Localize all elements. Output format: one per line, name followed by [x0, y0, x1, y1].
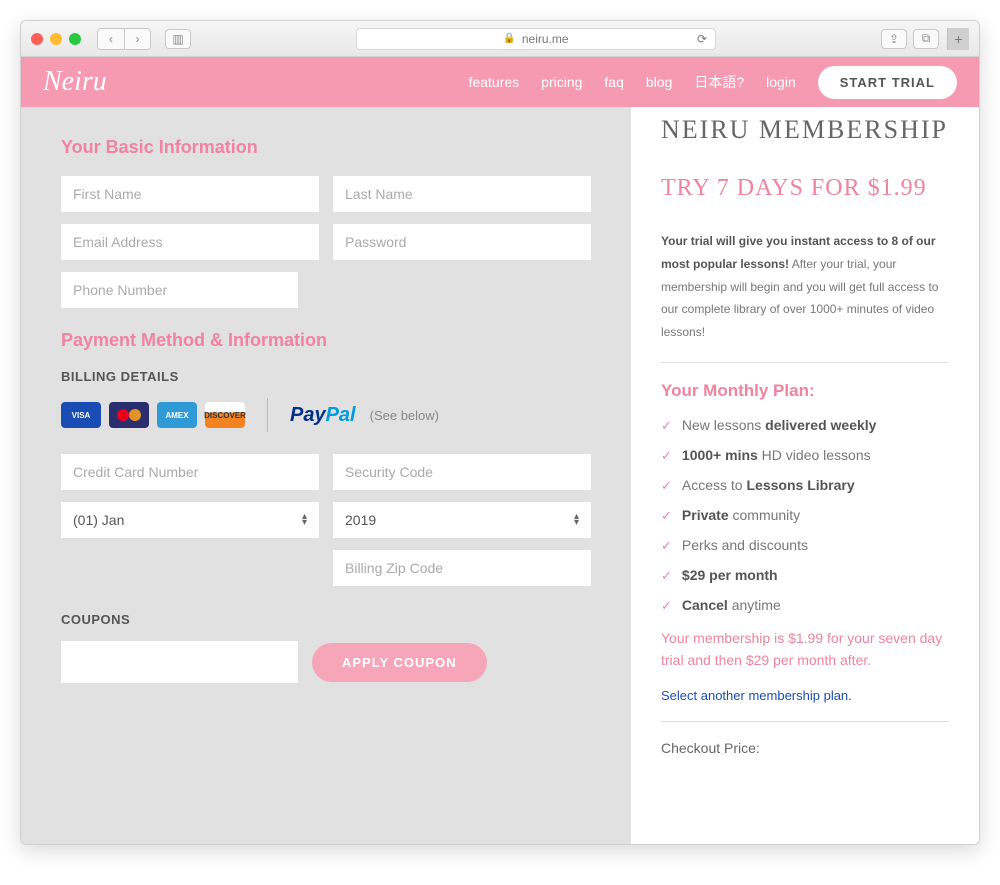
chevron-updown-icon: ▴▾: [574, 514, 579, 526]
logo[interactable]: Neiru: [43, 66, 107, 98]
nav-faq[interactable]: faq: [604, 74, 623, 90]
visa-icon: VISA: [61, 402, 101, 428]
page-content: Your Basic Information Payment Method & …: [21, 107, 979, 844]
password-input[interactable]: [333, 224, 591, 260]
expiry-month-select[interactable]: (01) Jan ▴▾: [61, 502, 319, 538]
last-name-input[interactable]: [333, 176, 591, 212]
plan-item: ✓ Cancel anytime: [661, 597, 949, 614]
sidebar-toggle-icon[interactable]: ▥: [165, 29, 191, 49]
expiry-year-value: 2019: [345, 512, 376, 528]
trial-heading: TRY 7 DAYS FOR $1.99: [661, 175, 949, 202]
traffic-lights: [31, 33, 81, 45]
plan-item-text: Private community: [682, 507, 800, 523]
nav-japanese[interactable]: 日本語?: [694, 72, 744, 92]
nav-blog[interactable]: blog: [646, 74, 672, 90]
apply-coupon-button[interactable]: APPLY COUPON: [312, 643, 487, 682]
security-code-input[interactable]: [333, 454, 591, 490]
check-icon: ✓: [661, 418, 672, 434]
address-bar: 🔒 neiru.me ⟳: [199, 28, 873, 50]
nav-pricing[interactable]: pricing: [541, 74, 582, 90]
chevron-updown-icon: ▴▾: [302, 514, 307, 526]
card-number-input[interactable]: [61, 454, 319, 490]
select-plan-link[interactable]: Select another membership plan.: [661, 688, 949, 703]
plan-item-text: Perks and discounts: [682, 537, 808, 553]
plan-item: ✓ Access to Lessons Library: [661, 477, 949, 494]
check-icon: ✓: [661, 508, 672, 524]
payment-methods: VISA AMEX DISCOVER PayPal (See below): [61, 398, 591, 432]
plan-item: ✓ Perks and discounts: [661, 537, 949, 554]
amex-icon: AMEX: [157, 402, 197, 428]
maximize-icon[interactable]: [69, 33, 81, 45]
reload-icon[interactable]: ⟳: [697, 32, 707, 46]
price-note: Your membership is $1.99 for your seven …: [661, 627, 949, 672]
lock-icon: 🔒: [503, 33, 515, 44]
plan-item-text: $29 per month: [682, 567, 778, 583]
basic-info-title: Your Basic Information: [61, 137, 591, 158]
plan-item: ✓ New lessons delivered weekly: [661, 417, 949, 434]
start-trial-button[interactable]: START TRIAL: [818, 66, 957, 99]
plan-item-text: New lessons delivered weekly: [682, 417, 877, 433]
paypal-note: (See below): [370, 408, 439, 423]
paypal-icon[interactable]: PayPal: [290, 404, 356, 427]
expiry-year-select[interactable]: 2019 ▴▾: [333, 502, 591, 538]
main-nav: features pricing faq blog 日本語? login STA…: [469, 66, 957, 99]
plan-item: ✓ 1000+ mins HD video lessons: [661, 447, 949, 464]
plan-sidebar: NEIRU MEMBERSHIP TRY 7 DAYS FOR $1.99 Yo…: [631, 107, 979, 844]
check-icon: ✓: [661, 568, 672, 584]
check-icon: ✓: [661, 478, 672, 494]
plan-item-text: Cancel anytime: [682, 597, 781, 613]
coupon-input[interactable]: [61, 641, 298, 683]
plan-item-text: 1000+ mins HD video lessons: [682, 447, 871, 463]
trial-description: Your trial will give you instant access …: [661, 230, 949, 344]
site-header: Neiru features pricing faq blog 日本語? log…: [21, 57, 979, 107]
nav-features[interactable]: features: [469, 74, 520, 90]
toolbar-right: ⇪ ⧉: [881, 29, 939, 49]
forward-button[interactable]: ›: [124, 29, 150, 49]
browser-titlebar: ‹ › ▥ 🔒 neiru.me ⟳ ⇪ ⧉ +: [21, 21, 979, 57]
divider: [661, 721, 949, 722]
minimize-icon[interactable]: [50, 33, 62, 45]
back-button[interactable]: ‹: [98, 29, 124, 49]
nav-login[interactable]: login: [766, 74, 796, 90]
new-tab-button[interactable]: +: [947, 28, 969, 50]
tabs-icon[interactable]: ⧉: [913, 29, 939, 49]
coupons-label: COUPONS: [61, 612, 591, 627]
phone-input[interactable]: [61, 272, 298, 308]
expiry-month-value: (01) Jan: [73, 512, 124, 528]
check-icon: ✓: [661, 448, 672, 464]
discover-icon: DISCOVER: [205, 402, 245, 428]
checkout-form: Your Basic Information Payment Method & …: [21, 107, 631, 844]
divider: [267, 398, 268, 432]
close-icon[interactable]: [31, 33, 43, 45]
mastercard-icon: [109, 402, 149, 428]
check-icon: ✓: [661, 598, 672, 614]
nav-buttons: ‹ ›: [97, 28, 151, 50]
divider: [661, 362, 949, 363]
url-text: neiru.me: [522, 32, 569, 46]
checkout-price-label: Checkout Price:: [661, 740, 949, 756]
browser-window: ‹ › ▥ 🔒 neiru.me ⟳ ⇪ ⧉ + Neiru features …: [20, 20, 980, 845]
first-name-input[interactable]: [61, 176, 319, 212]
plan-item: ✓ $29 per month: [661, 567, 949, 584]
zip-input[interactable]: [333, 550, 591, 586]
address-field[interactable]: 🔒 neiru.me ⟳: [356, 28, 716, 50]
check-icon: ✓: [661, 538, 672, 554]
share-icon[interactable]: ⇪: [881, 29, 907, 49]
plan-title: Your Monthly Plan:: [661, 381, 949, 401]
plan-item: ✓ Private community: [661, 507, 949, 524]
plan-item-text: Access to Lessons Library: [682, 477, 855, 493]
payment-title: Payment Method & Information: [61, 330, 591, 351]
plan-list: ✓ New lessons delivered weekly ✓ 1000+ mins…: [661, 417, 949, 614]
billing-details-label: BILLING DETAILS: [61, 369, 591, 384]
email-input[interactable]: [61, 224, 319, 260]
membership-heading: NEIRU MEMBERSHIP: [661, 115, 949, 145]
